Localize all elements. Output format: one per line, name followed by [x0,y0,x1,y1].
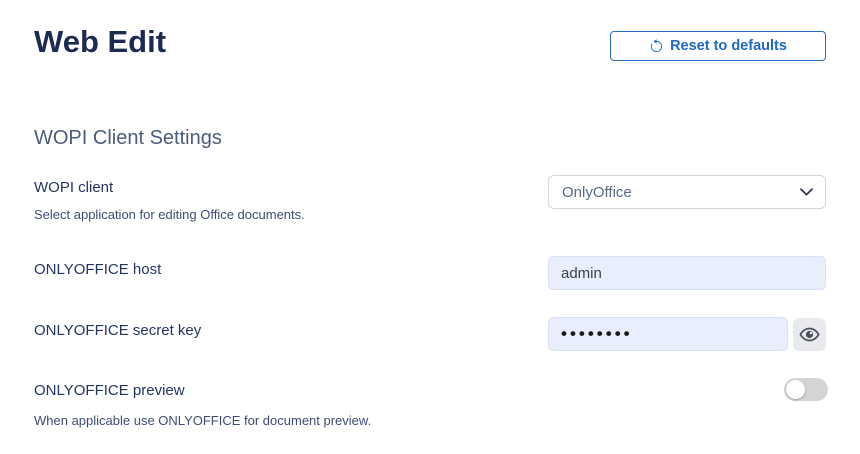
onlyoffice-preview-toggle[interactable] [784,378,828,401]
page-title: Web Edit [34,24,166,60]
onlyoffice-secret-key-input[interactable] [548,317,788,351]
onlyoffice-secret-key-label: ONLYOFFICE secret key [34,322,201,339]
onlyoffice-host-input[interactable] [548,256,826,290]
chevron-down-icon [800,188,813,196]
wopi-client-description: Select application for editing Office do… [34,207,305,222]
eye-icon [799,324,820,345]
toggle-knob [786,380,805,399]
onlyoffice-host-label: ONLYOFFICE host [34,261,161,278]
reset-icon [649,39,664,54]
toggle-secret-visibility-button[interactable] [793,318,826,351]
wopi-client-selected-value: OnlyOffice [562,184,800,201]
reset-button-label: Reset to defaults [670,38,787,54]
onlyoffice-preview-description: When applicable use ONLYOFFICE for docum… [34,413,371,428]
wopi-client-select[interactable]: OnlyOffice [548,175,826,209]
onlyoffice-preview-label: ONLYOFFICE preview [34,382,185,399]
reset-to-defaults-button[interactable]: Reset to defaults [610,31,826,61]
web-edit-settings-page: Web Edit Reset to defaults WOPI Client S… [0,0,860,454]
wopi-client-label: WOPI client [34,179,113,196]
section-title-wopi-client-settings: WOPI Client Settings [34,127,222,150]
